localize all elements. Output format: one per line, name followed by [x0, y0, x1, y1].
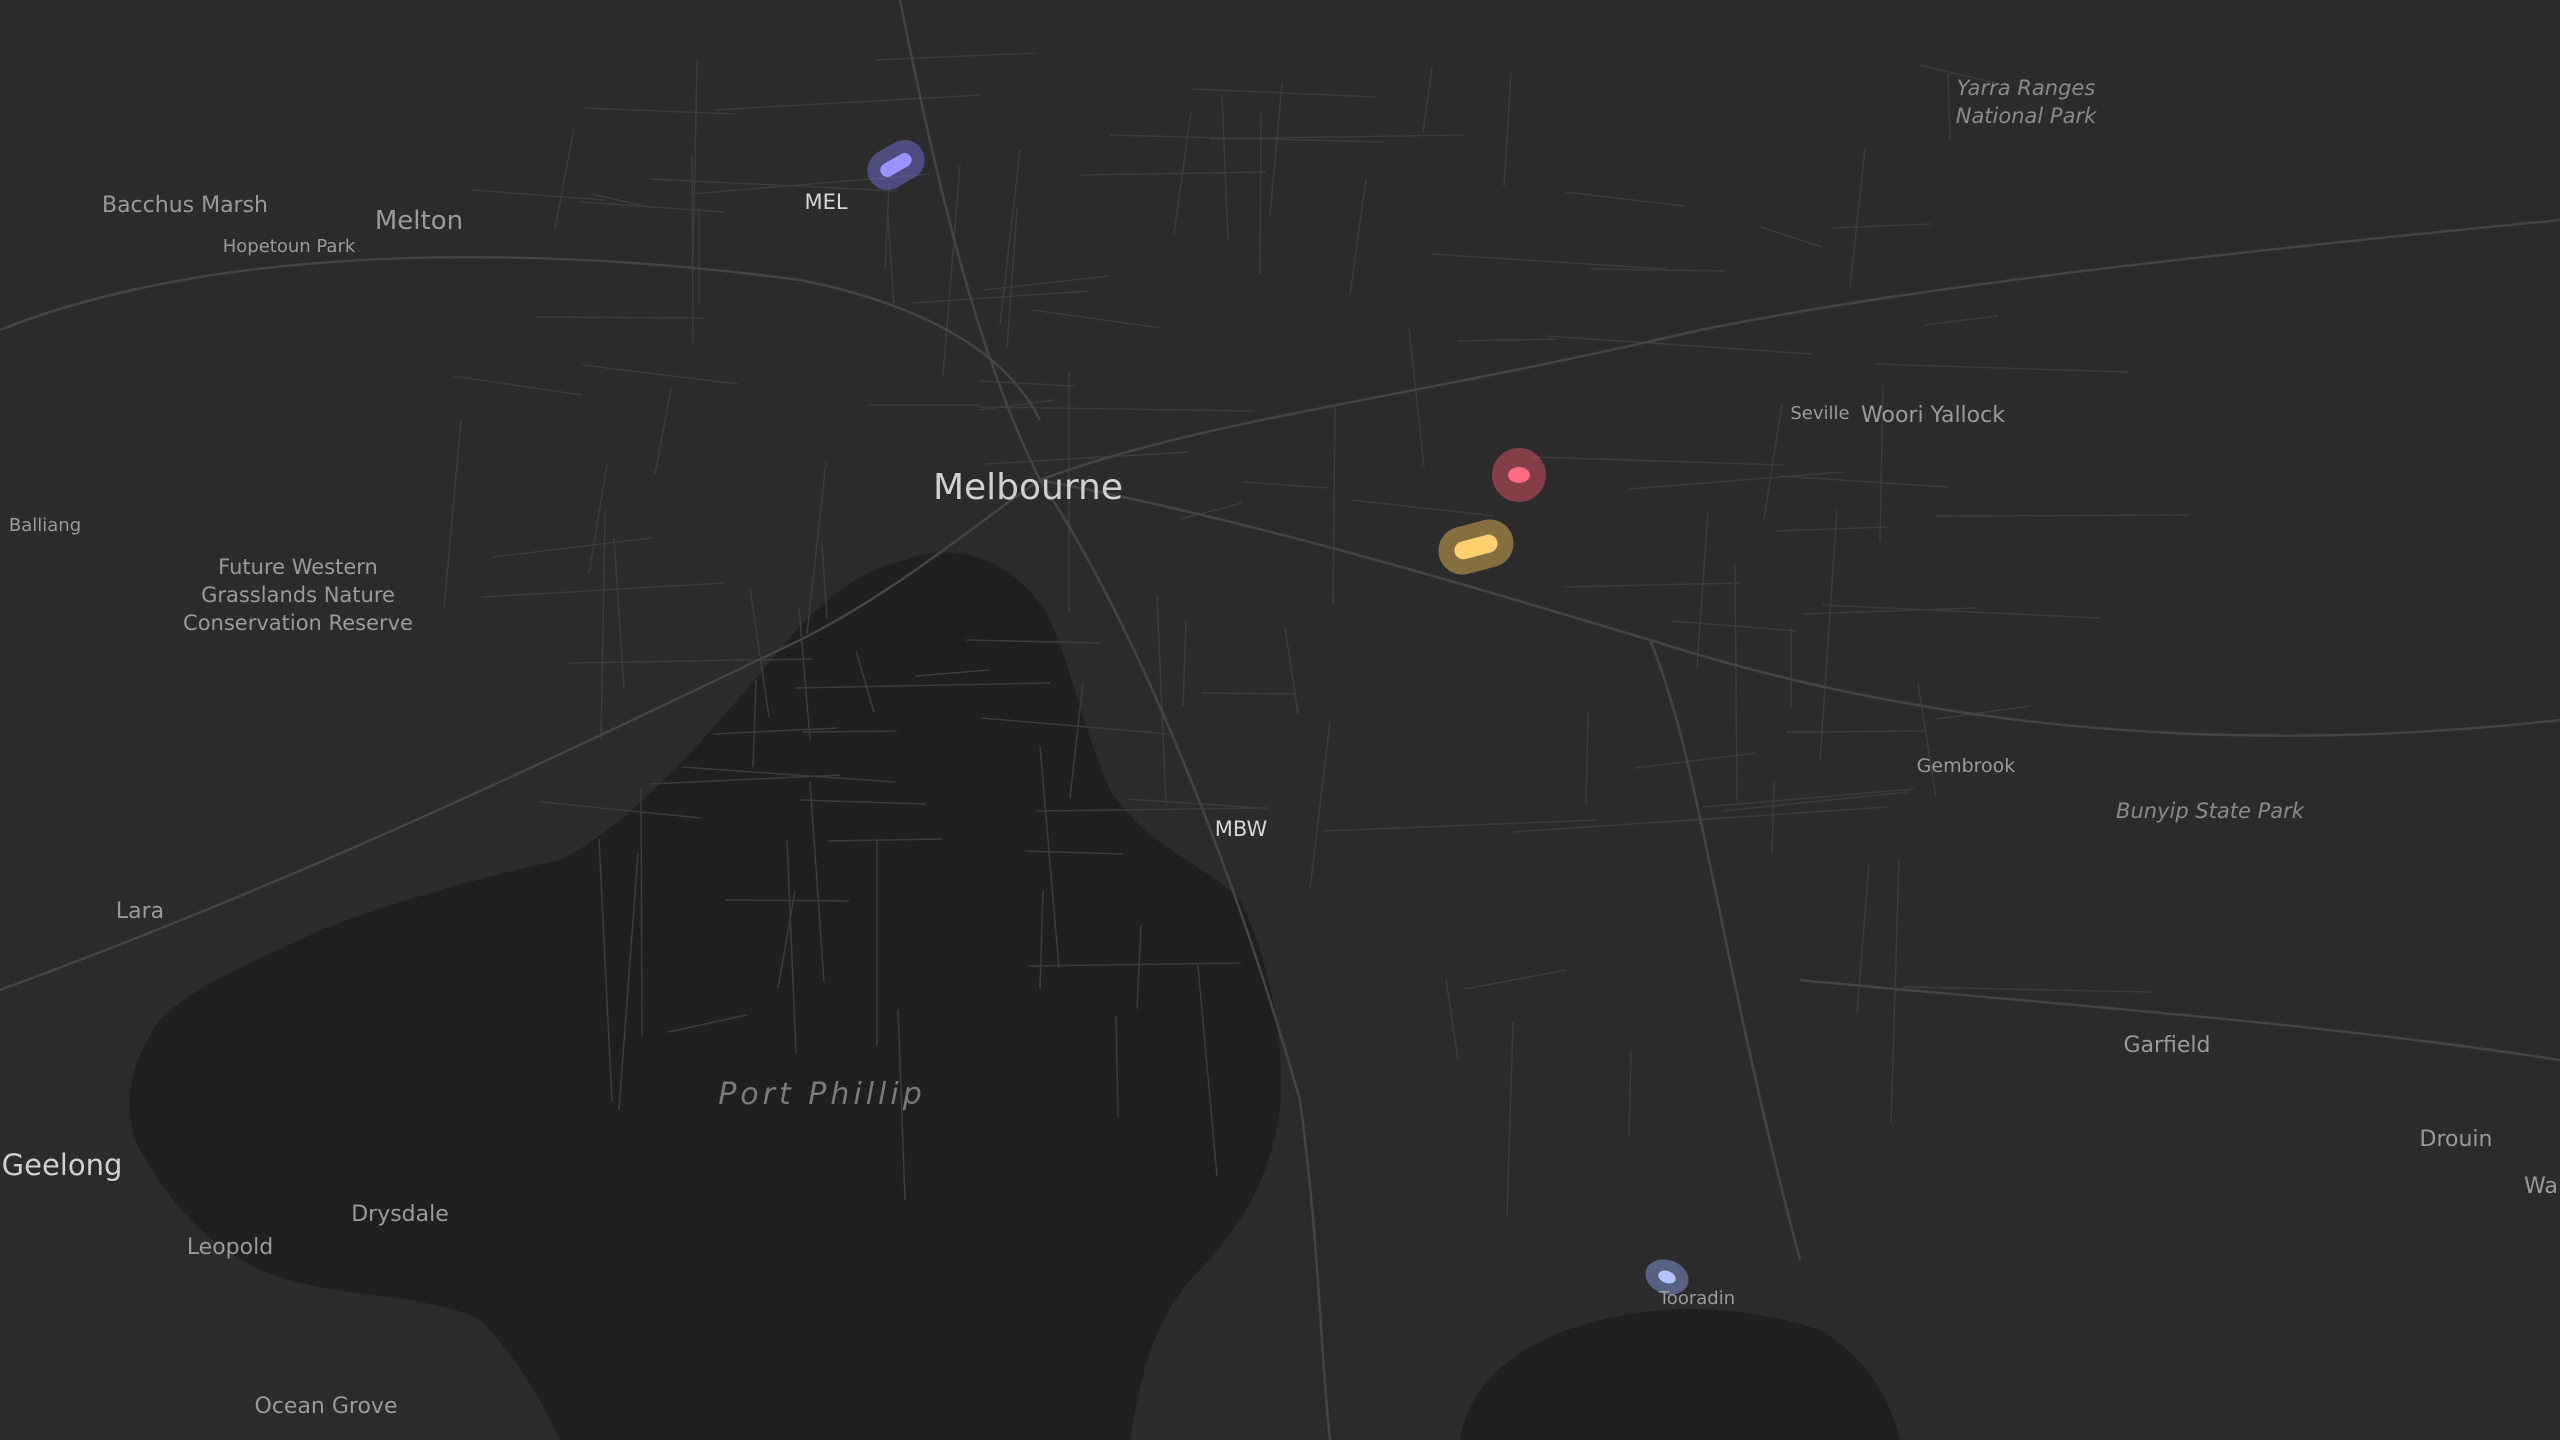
street-segment — [1935, 514, 2189, 517]
label-drysdale: Drysdale — [351, 1202, 449, 1227]
label-bacchus-marsh: Bacchus Marsh — [102, 193, 268, 218]
street-segment — [691, 154, 694, 345]
label-balliang: Balliang — [9, 515, 81, 536]
street-segment — [640, 787, 643, 1037]
label-gembrook: Gembrook — [1917, 755, 2016, 777]
label-melbourne: Melbourne — [933, 467, 1123, 508]
street-segment — [1259, 112, 1262, 275]
label-future-western-3: Conservation Reserve — [183, 611, 413, 635]
marker-red[interactable] — [1492, 448, 1546, 502]
label-seville: Seville — [1790, 403, 1849, 424]
street-segment — [802, 730, 898, 733]
label-bunyip-state-park: Bunyip State Park — [2116, 799, 2305, 823]
label-lara: Lara — [116, 899, 164, 924]
label-drouin: Drouin — [2420, 1127, 2493, 1152]
label-future-western-1: Future Western — [218, 555, 378, 579]
label-hopetoun-park: Hopetoun Park — [223, 236, 356, 257]
label-mbw-airport: MBW — [1215, 817, 1268, 841]
label-yarra-ranges-2: National Park — [1956, 104, 2097, 128]
map-canvas[interactable]: Melbourne MEL MBW Port Phillip Bacchus M… — [0, 0, 2560, 1440]
label-woori-yallock: Woori Yallock — [1861, 403, 2005, 428]
label-leopold: Leopold — [187, 1235, 273, 1260]
label-melton: Melton — [375, 206, 463, 236]
label-yarra-ranges-1: Yarra Ranges — [1957, 76, 2096, 100]
label-port-phillip: Port Phillip — [718, 1077, 926, 1112]
street-segment — [1201, 692, 1295, 695]
label-garfield: Garfield — [2123, 1033, 2210, 1058]
street-segment — [534, 316, 705, 319]
label-mel-airport: MEL — [804, 190, 847, 214]
label-future-western-2: Grasslands Nature — [201, 583, 395, 607]
label-geelong: Geelong — [2, 1148, 123, 1182]
label-tooradin: Tooradin — [1658, 1288, 1735, 1309]
street-segment — [724, 899, 850, 902]
label-ocean-grove: Ocean Grove — [255, 1394, 398, 1419]
label-wa: Wa — [2524, 1174, 2558, 1199]
street-segment — [1785, 730, 1926, 733]
